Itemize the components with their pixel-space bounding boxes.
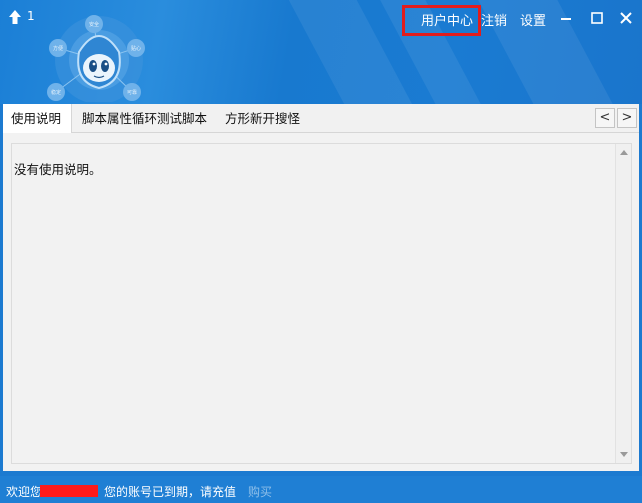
- buy-link[interactable]: 购买: [248, 483, 272, 500]
- status-bar: 欢迎您 您的账号已到期，请充值 购买: [0, 476, 642, 503]
- tab-prev-button[interactable]: <: [595, 108, 615, 128]
- welcome-text: 欢迎您: [6, 485, 43, 499]
- tab-usage-instructions[interactable]: 使用说明: [3, 104, 72, 133]
- scroll-down-icon[interactable]: [620, 452, 628, 457]
- scroll-up-icon[interactable]: [620, 150, 628, 155]
- maximize-icon[interactable]: [589, 10, 605, 26]
- tab-script-loop-test[interactable]: 脚本属性循环测试脚本: [74, 104, 215, 133]
- user-center-link[interactable]: 用户中心: [421, 10, 473, 29]
- instructions-text: 没有使用说明。: [14, 162, 102, 177]
- mascot-label-5: 可靠: [127, 89, 137, 96]
- header-banner: 1 安全 方便 贴心 稳定 可靠 用户中心 注销 设置: [0, 0, 642, 104]
- mascot-label-4: 稳定: [51, 89, 61, 96]
- mascot-label-2: 方便: [53, 45, 63, 52]
- minimize-icon[interactable]: [558, 10, 574, 26]
- app-logo-icon: [9, 10, 21, 24]
- mascot-label-1: 安全: [89, 21, 99, 28]
- instructions-textarea[interactable]: 没有使用说明。: [11, 143, 632, 464]
- content-panel: 没有使用说明。: [3, 133, 639, 471]
- tab-square-new-search[interactable]: 方形新开搜怪: [217, 104, 308, 133]
- vertical-scrollbar[interactable]: [615, 144, 631, 463]
- mascot-label-3: 贴心: [131, 45, 141, 52]
- redacted-username: [40, 485, 98, 497]
- close-icon[interactable]: [618, 10, 634, 26]
- tab-bar: 使用说明 脚本属性循环测试脚本 方形新开搜怪 < >: [3, 104, 639, 133]
- mascot-illustration: 安全 方便 贴心 稳定 可靠: [47, 15, 145, 102]
- logout-link[interactable]: 注销: [481, 10, 507, 29]
- app-window: 1 安全 方便 贴心 稳定 可靠 用户中心 注销 设置 使用说明 脚本属性循环测…: [0, 0, 642, 503]
- account-expired-text: 您的账号已到期，请充值: [104, 485, 237, 499]
- tab-next-button[interactable]: >: [617, 108, 637, 128]
- settings-link[interactable]: 设置: [520, 10, 546, 29]
